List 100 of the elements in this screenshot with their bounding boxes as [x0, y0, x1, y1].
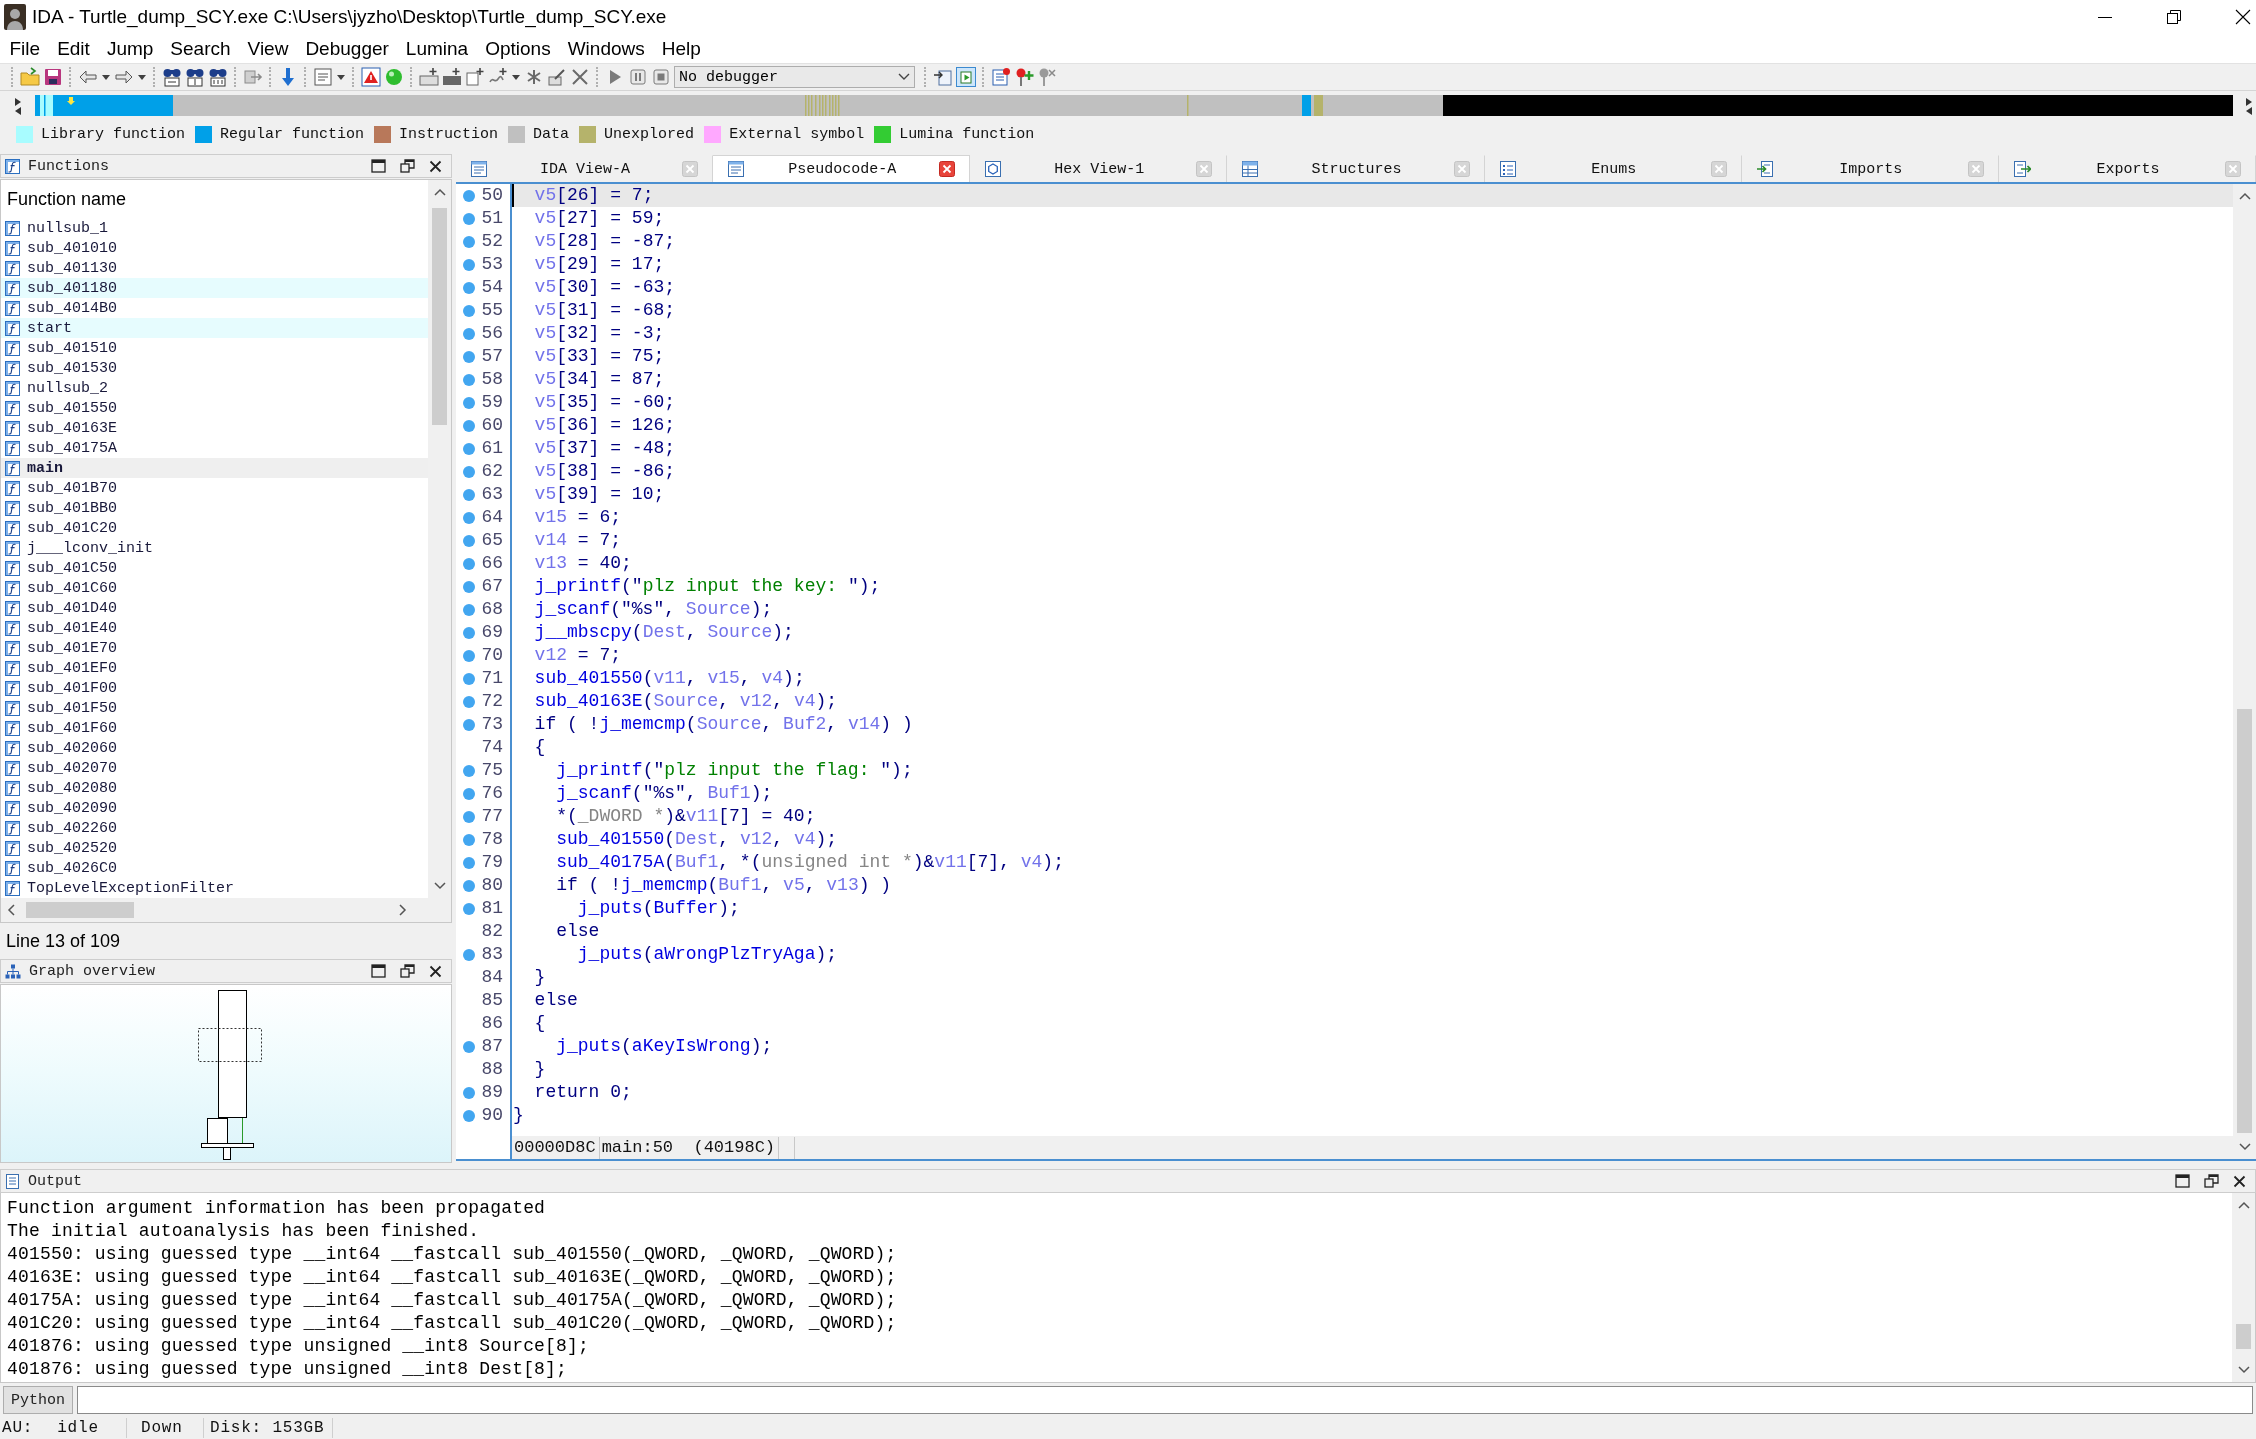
function-item[interactable]: sub_401E70: [1, 638, 428, 658]
scroll-arrows-icon[interactable]: [12, 95, 24, 116]
scrollbar-thumb[interactable]: [2236, 1324, 2251, 1350]
scroll-arrows-icon[interactable]: [2243, 95, 2255, 116]
pause-icon[interactable]: [627, 67, 648, 87]
scroll-down-icon[interactable]: [2237, 1366, 2250, 1374]
command-input[interactable]: [77, 1386, 2253, 1414]
function-item[interactable]: start: [1, 318, 428, 338]
scrollbar[interactable]: [2233, 184, 2256, 1159]
function-item[interactable]: sub_401E40: [1, 618, 428, 638]
function-item[interactable]: nullsub_1: [1, 218, 428, 238]
function-item[interactable]: nullsub_2: [1, 378, 428, 398]
document-icon[interactable]: [727, 160, 746, 178]
delete-icon[interactable]: [569, 67, 590, 87]
function-item[interactable]: sub_401130: [1, 258, 428, 278]
scroll-left-icon[interactable]: [7, 904, 15, 916]
menu-item[interactable]: Lumina: [397, 36, 477, 61]
function-item[interactable]: main: [1, 458, 428, 478]
close-icon[interactable]: [429, 964, 442, 978]
function-item[interactable]: sub_402060: [1, 738, 428, 758]
tab[interactable]: Pseudocode-A: [713, 155, 971, 182]
binoculars-icon[interactable]: [161, 67, 182, 87]
run-icon[interactable]: [955, 67, 976, 87]
function-item[interactable]: sub_401C20: [1, 518, 428, 538]
graph-node[interactable]: [218, 990, 247, 1118]
function-item[interactable]: sub_401C50: [1, 558, 428, 578]
maximize-icon[interactable]: [371, 159, 386, 173]
python-button[interactable]: Python: [3, 1386, 73, 1414]
scrollbar-thumb[interactable]: [26, 902, 134, 918]
scroll-right-icon[interactable]: [399, 904, 407, 916]
edit-icon[interactable]: [546, 67, 567, 87]
scroll-down-icon[interactable]: [433, 882, 446, 890]
function-item[interactable]: sub_401D40: [1, 598, 428, 618]
menu-item[interactable]: Help: [653, 36, 710, 61]
close-icon[interactable]: [2235, 9, 2251, 25]
scroll-up-icon[interactable]: [2238, 192, 2251, 200]
menu-item[interactable]: Debugger: [296, 36, 398, 61]
menu-item[interactable]: Options: [476, 36, 560, 61]
code-block-icon[interactable]: [418, 67, 439, 87]
function-item[interactable]: sub_401010: [1, 238, 428, 258]
step-into-icon[interactable]: [932, 67, 953, 87]
maximize-icon[interactable]: [2175, 1174, 2190, 1188]
restore-icon[interactable]: [2204, 1174, 2219, 1188]
warning-icon[interactable]: [360, 67, 381, 87]
close-icon[interactable]: [429, 159, 442, 173]
function-item[interactable]: sub_402080: [1, 778, 428, 798]
menu-item[interactable]: Edit: [48, 36, 99, 61]
function-item[interactable]: sub_401F00: [1, 678, 428, 698]
function-item[interactable]: sub_40175A: [1, 438, 428, 458]
menu-item[interactable]: Search: [161, 36, 240, 61]
menu-item[interactable]: View: [239, 36, 297, 61]
graph-node[interactable]: [223, 1147, 231, 1160]
stop-icon[interactable]: [650, 67, 671, 87]
scroll-down-icon[interactable]: [2238, 1143, 2251, 1151]
function-item[interactable]: sub_4014B0: [1, 298, 428, 318]
scroll-up-icon[interactable]: [433, 188, 446, 196]
scrollbar[interactable]: [1, 898, 451, 922]
function-item[interactable]: sub_40163E: [1, 418, 428, 438]
function-item[interactable]: sub_401530: [1, 358, 428, 378]
scrollbar[interactable]: [2232, 1193, 2255, 1382]
scrollbar-thumb[interactable]: [2237, 708, 2252, 1133]
function-item[interactable]: sub_401F50: [1, 698, 428, 718]
scroll-up-icon[interactable]: [2237, 1201, 2250, 1209]
viewport-frame[interactable]: [198, 1028, 262, 1062]
function-item[interactable]: sub_401C60: [1, 578, 428, 598]
table-icon[interactable]: [1241, 160, 1260, 178]
function-item[interactable]: sub_401180: [1, 278, 428, 298]
column-header[interactable]: Function name: [1, 180, 428, 218]
maximize-icon[interactable]: [371, 964, 386, 978]
scrollbar-thumb[interactable]: [432, 208, 447, 426]
restore-icon[interactable]: [400, 964, 415, 978]
export-icon[interactable]: [2012, 160, 2031, 178]
close-icon[interactable]: [2233, 1174, 2246, 1188]
arrow-box-icon[interactable]: [242, 67, 263, 87]
function-item[interactable]: sub_402090: [1, 798, 428, 818]
navigation-band-drawing[interactable]: [35, 95, 2233, 116]
graph-node[interactable]: [207, 1118, 228, 1144]
data-block-icon[interactable]: [441, 67, 462, 87]
save-icon[interactable]: [42, 67, 63, 87]
binoculars-icon[interactable]: [184, 67, 205, 87]
menu-item[interactable]: Jump: [98, 36, 162, 61]
scrollbar[interactable]: [428, 180, 451, 898]
list-icon[interactable]: [1498, 160, 1517, 178]
menu-item[interactable]: Windows: [559, 36, 654, 61]
function-item[interactable]: TopLevelExceptionFilter: [1, 878, 428, 898]
function-item[interactable]: sub_402070: [1, 758, 428, 778]
binoculars-icon[interactable]: [207, 67, 228, 87]
breakpoint-list-icon[interactable]: [990, 67, 1011, 87]
restore-icon[interactable]: [2166, 9, 2182, 25]
graph-node[interactable]: [201, 1143, 254, 1148]
function-item[interactable]: sub_402520: [1, 838, 428, 858]
function-item[interactable]: sub_401B70: [1, 478, 428, 498]
function-item[interactable]: sub_4026C0: [1, 858, 428, 878]
document-icon[interactable]: [470, 160, 488, 178]
function-item[interactable]: sub_401F60: [1, 718, 428, 738]
import-icon[interactable]: [1755, 160, 1774, 178]
function-item[interactable]: sub_401550: [1, 398, 428, 418]
function-item[interactable]: sub_401510: [1, 338, 428, 358]
function-item[interactable]: j___lconv_init: [1, 538, 428, 558]
debugger-select[interactable]: No debugger: [674, 66, 915, 88]
